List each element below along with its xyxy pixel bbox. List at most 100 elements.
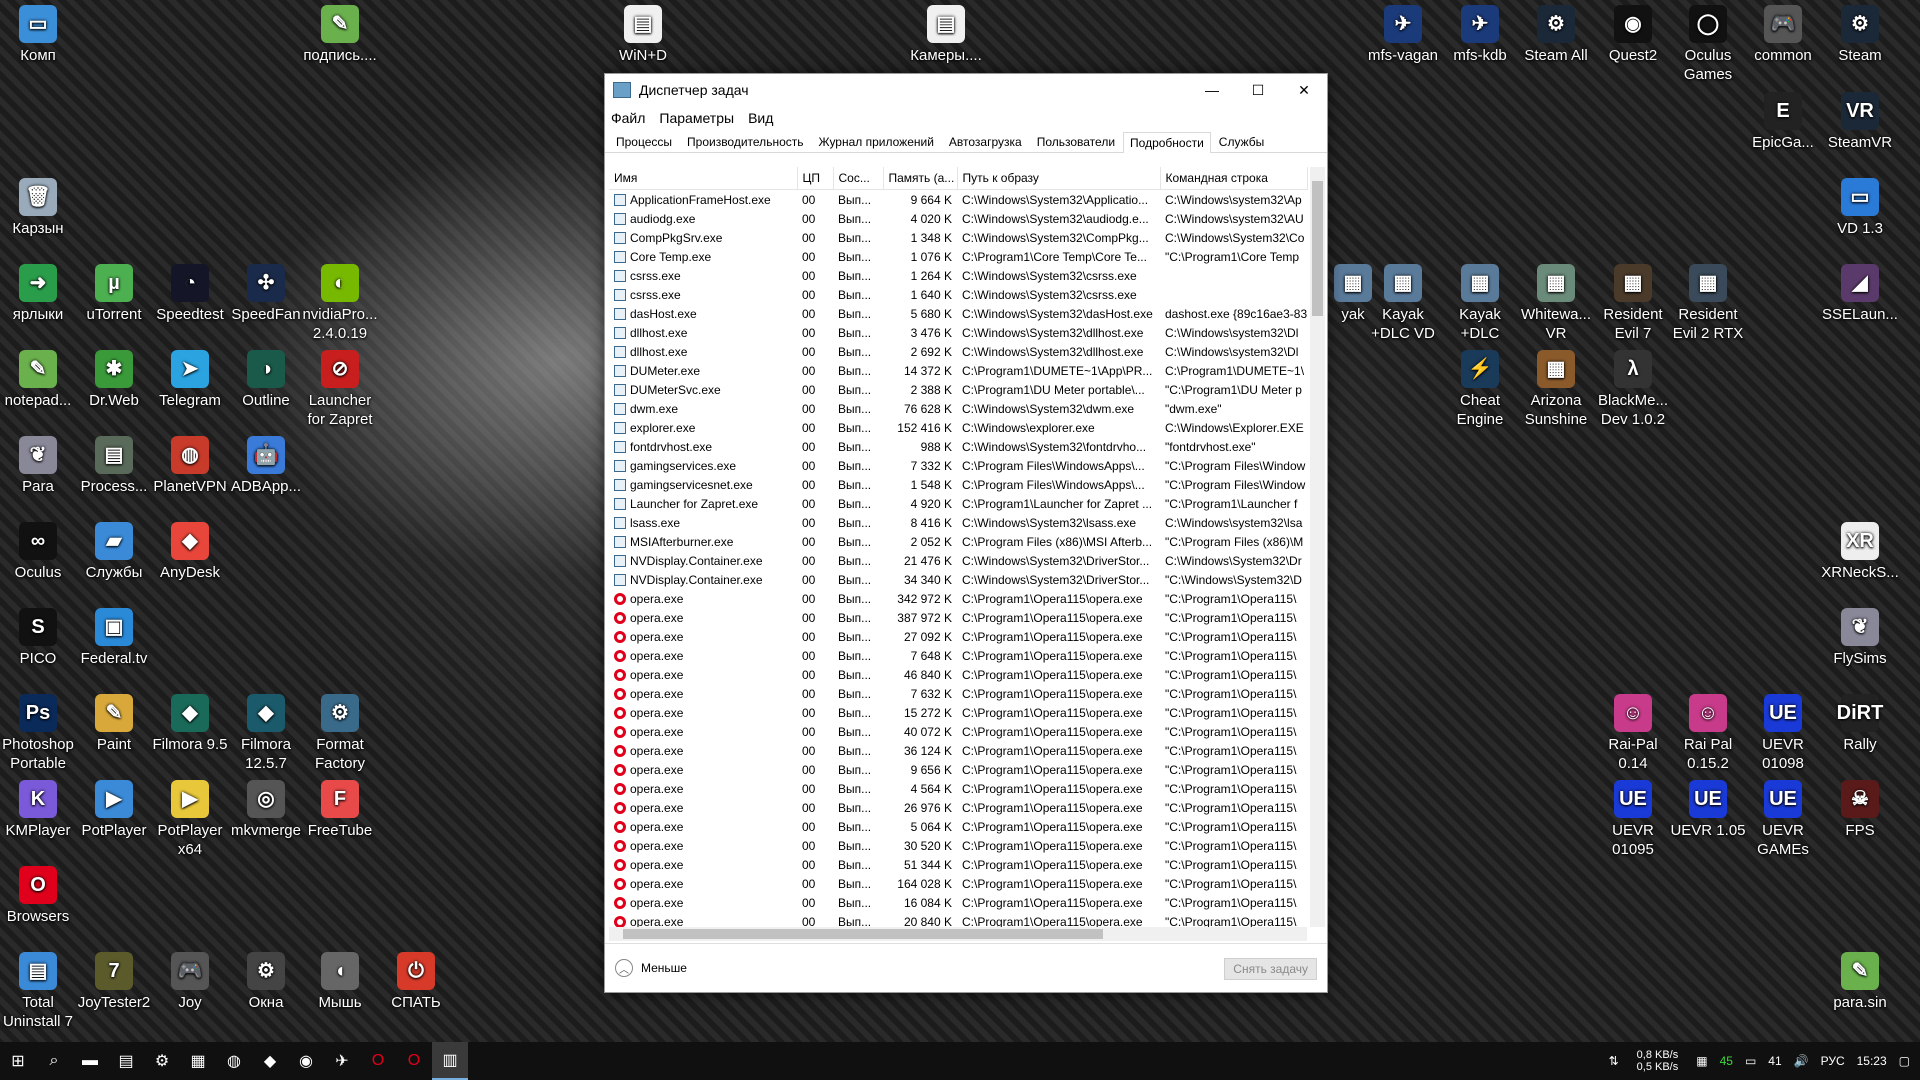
desktop-shortcut[interactable]: λ BlackMe... Dev 1.0.2 xyxy=(1593,350,1673,429)
desktop-shortcut[interactable]: 🗑 Карзын xyxy=(0,178,78,238)
desktop-shortcut[interactable]: ❦ Para xyxy=(0,436,78,496)
minimize-button[interactable]: — xyxy=(1189,74,1235,106)
tag-icon[interactable]: ◆ xyxy=(252,1042,288,1080)
column-header-image-path[interactable]: Путь к образу xyxy=(957,167,1161,190)
table-row[interactable]: opera.exe 00 Вып... 20 840 K C:\Program1\Ope… xyxy=(609,912,1307,927)
calculator-icon[interactable]: ▦ xyxy=(180,1042,216,1080)
desktop-shortcut[interactable]: ▭ VD 1.3 xyxy=(1820,178,1900,238)
desktop-shortcut[interactable]: 🎮 Joy xyxy=(150,952,230,1012)
desktop-shortcut[interactable]: ▶ PotPlayer xyxy=(74,780,154,840)
table-row[interactable]: opera.exe 00 Вып... 51 344 K C:\Program1\Ope… xyxy=(609,855,1307,874)
desktop-shortcut[interactable]: ▦ Whitewa... VR xyxy=(1516,264,1596,343)
table-row[interactable]: CompPkgSrv.exe 00 Вып... 1 348 K C:\Windows\… xyxy=(609,228,1307,247)
desktop-shortcut[interactable]: ➜ ярлыки xyxy=(0,264,78,324)
column-header-name[interactable]: Имя xyxy=(609,167,798,190)
desktop-shortcut[interactable]: ◯ Oculus Games xyxy=(1668,5,1748,84)
column-header-status[interactable]: Сос... xyxy=(833,167,884,190)
desktop-shortcut[interactable]: UE UEVR 01095 xyxy=(1593,780,1673,859)
network-icon[interactable]: ▭ xyxy=(1745,1054,1756,1068)
table-row[interactable]: gamingservices.exe 00 Вып... 7 332 K C:\Prog… xyxy=(609,456,1307,475)
table-row[interactable]: Launcher for Zapret.exe 00 Вып... 4 920 K C:… xyxy=(609,494,1307,513)
desktop-shortcut[interactable]: ▦ Resident Evil 2 RTX xyxy=(1668,264,1748,343)
desktop-shortcut[interactable]: ✱ Dr.Web xyxy=(74,350,154,410)
table-row[interactable]: audiodg.exe 00 Вып... 4 020 K C:\Windows\Sys… xyxy=(609,209,1307,228)
desktop-shortcut[interactable]: ◑ Outline xyxy=(226,350,306,410)
desktop-shortcut[interactable]: Ps Photoshop Portable xyxy=(0,694,78,773)
column-header-command-line[interactable]: Командная строка xyxy=(1160,167,1308,190)
table-row[interactable]: dwm.exe 00 Вып... 76 628 K C:\Windows\System… xyxy=(609,399,1307,418)
globe-icon[interactable]: ◍ xyxy=(216,1042,252,1080)
table-row[interactable]: NVDisplay.Container.exe 00 Вып... 34 340 K C… xyxy=(609,570,1307,589)
tab-5[interactable]: Подробности xyxy=(1123,132,1211,153)
end-task-button[interactable]: Снять задачу xyxy=(1224,958,1317,980)
title-bar[interactable]: Диспетчер задач — ☐ ✕ xyxy=(605,74,1327,106)
table-row[interactable]: Core Temp.exe 00 Вып... 1 076 K C:\Program1\… xyxy=(609,247,1307,266)
fewer-details-link[interactable]: Меньше xyxy=(641,961,687,975)
search-icon[interactable]: ⌕ xyxy=(36,1042,72,1080)
vertical-scroll-thumb[interactable] xyxy=(1312,181,1323,316)
table-row[interactable]: opera.exe 00 Вып... 342 972 K C:\Program1\Op… xyxy=(609,589,1307,608)
desktop-shortcut[interactable]: VR SteamVR xyxy=(1820,92,1900,152)
desktop-shortcut[interactable]: ▦ Kayak +DLC xyxy=(1440,264,1520,343)
tab-3[interactable]: Автозагрузка xyxy=(942,131,1029,152)
desktop-shortcut[interactable]: ◆ AnyDesk xyxy=(150,522,230,582)
start-icon[interactable]: ⊞ xyxy=(0,1042,36,1080)
table-row[interactable]: DUMeterSvc.exe 00 Вып... 2 388 K C:\Program1… xyxy=(609,380,1307,399)
table-row[interactable]: lsass.exe 00 Вып... 8 416 K C:\Windows\Syste… xyxy=(609,513,1307,532)
table-row[interactable]: gamingservicesnet.exe 00 Вып... 1 548 K C:\P… xyxy=(609,475,1307,494)
desktop-shortcut[interactable]: ◆ Filmora 9.5 xyxy=(150,694,230,754)
column-header-cpu[interactable]: ЦП xyxy=(797,167,834,190)
opera-icon[interactable]: O xyxy=(360,1042,396,1080)
table-row[interactable]: opera.exe 00 Вып... 26 976 K C:\Program1\Ope… xyxy=(609,798,1307,817)
clock[interactable]: 15:23 xyxy=(1857,1054,1887,1068)
desktop-shortcut[interactable]: ▦ Kayak +DLC VD xyxy=(1363,264,1443,343)
tab-1[interactable]: Производительность xyxy=(680,131,810,152)
desktop-shortcut[interactable]: ☺ Rai Pal 0.15.2 xyxy=(1668,694,1748,773)
desktop-shortcut[interactable]: ⊘ Launcher for Zapret xyxy=(300,350,380,429)
desktop-shortcut[interactable]: ⚙ Format Factory xyxy=(300,694,380,773)
desktop-shortcut[interactable]: ▰ Службы xyxy=(74,522,154,582)
desktop-shortcut[interactable]: ⏻ СПАТЬ xyxy=(376,952,456,1012)
desktop-shortcut[interactable]: S PICO xyxy=(0,608,78,668)
table-row[interactable]: opera.exe 00 Вып... 4 564 K C:\Program1\Oper… xyxy=(609,779,1307,798)
desktop-shortcut[interactable]: DiRT Rally xyxy=(1820,694,1900,754)
desktop-shortcut[interactable]: ☠ FPS xyxy=(1820,780,1900,840)
tab-0[interactable]: Процессы xyxy=(609,131,679,152)
desktop-shortcut[interactable]: UE UEVR 01098 xyxy=(1743,694,1823,773)
desktop-shortcut[interactable]: ▤ WiN+D xyxy=(603,5,683,65)
desktop-shortcut[interactable]: ⚙ Steam xyxy=(1820,5,1900,65)
table-row[interactable]: ApplicationFrameHost.exe 00 Вып... 9 664 K C… xyxy=(609,190,1307,210)
table-row[interactable]: dllhost.exe 00 Вып... 2 692 K C:\Windows\Sys… xyxy=(609,342,1307,361)
desktop-shortcut[interactable]: ▦ Resident Evil 7 xyxy=(1593,264,1673,343)
desktop-shortcut[interactable]: ✎ para.sin xyxy=(1820,952,1900,1012)
desktop-shortcut[interactable]: ☺ Rai-Pal 0.14 xyxy=(1593,694,1673,773)
table-row[interactable]: NVDisplay.Container.exe 00 Вып... 21 476 K C… xyxy=(609,551,1307,570)
desktop-shortcut[interactable]: UE UEVR GAMEs xyxy=(1743,780,1823,859)
table-row[interactable]: opera.exe 00 Вып... 7 648 K C:\Program1\Oper… xyxy=(609,646,1307,665)
table-row[interactable]: opera.exe 00 Вып... 15 272 K C:\Program1\Ope… xyxy=(609,703,1307,722)
notification-icon[interactable]: ▢ xyxy=(1899,1054,1910,1068)
desktop-shortcut[interactable]: F FreeTube xyxy=(300,780,380,840)
desktop-shortcut[interactable]: XR XRNeckS... xyxy=(1820,522,1900,582)
speaker-icon[interactable]: 🔊 xyxy=(1794,1054,1809,1068)
desktop-shortcut[interactable]: ⚡ Cheat Engine xyxy=(1440,350,1520,429)
desktop-shortcut[interactable]: ∞ Oculus xyxy=(0,522,78,582)
volume-level[interactable]: 41 xyxy=(1768,1054,1781,1068)
desktop-shortcut[interactable]: K KMPlayer xyxy=(0,780,78,840)
table-row[interactable]: explorer.exe 00 Вып... 152 416 K C:\Windows\… xyxy=(609,418,1307,437)
table-row[interactable]: MSIAfterburner.exe 00 Вып... 2 052 K C:\Prog… xyxy=(609,532,1307,551)
tab-6[interactable]: Службы xyxy=(1212,131,1271,152)
close-button[interactable]: ✕ xyxy=(1281,74,1327,106)
desktop-shortcut[interactable]: 7 JoyTester2 xyxy=(74,952,154,1012)
table-row[interactable]: opera.exe 00 Вып... 36 124 K C:\Program1\Ope… xyxy=(609,741,1307,760)
keyboard-icon[interactable]: ▦ xyxy=(1696,1054,1707,1068)
table-row[interactable]: opera.exe 00 Вып... 7 632 K C:\Program1\Oper… xyxy=(609,684,1307,703)
plane-icon[interactable]: ✈ xyxy=(324,1042,360,1080)
vertical-scrollbar[interactable] xyxy=(1310,167,1325,927)
desktop-shortcut[interactable]: ⚙ Steam All xyxy=(1516,5,1596,65)
desktop-shortcut[interactable]: ▣ Federal.tv xyxy=(74,608,154,668)
desktop-shortcut[interactable]: ✈ mfs-kdb xyxy=(1440,5,1520,65)
desktop-shortcut[interactable]: ▤ Process... xyxy=(74,436,154,496)
desktop-shortcut[interactable]: 🎮 common xyxy=(1743,5,1823,65)
chevron-up-icon[interactable]: ︿ xyxy=(615,959,633,977)
